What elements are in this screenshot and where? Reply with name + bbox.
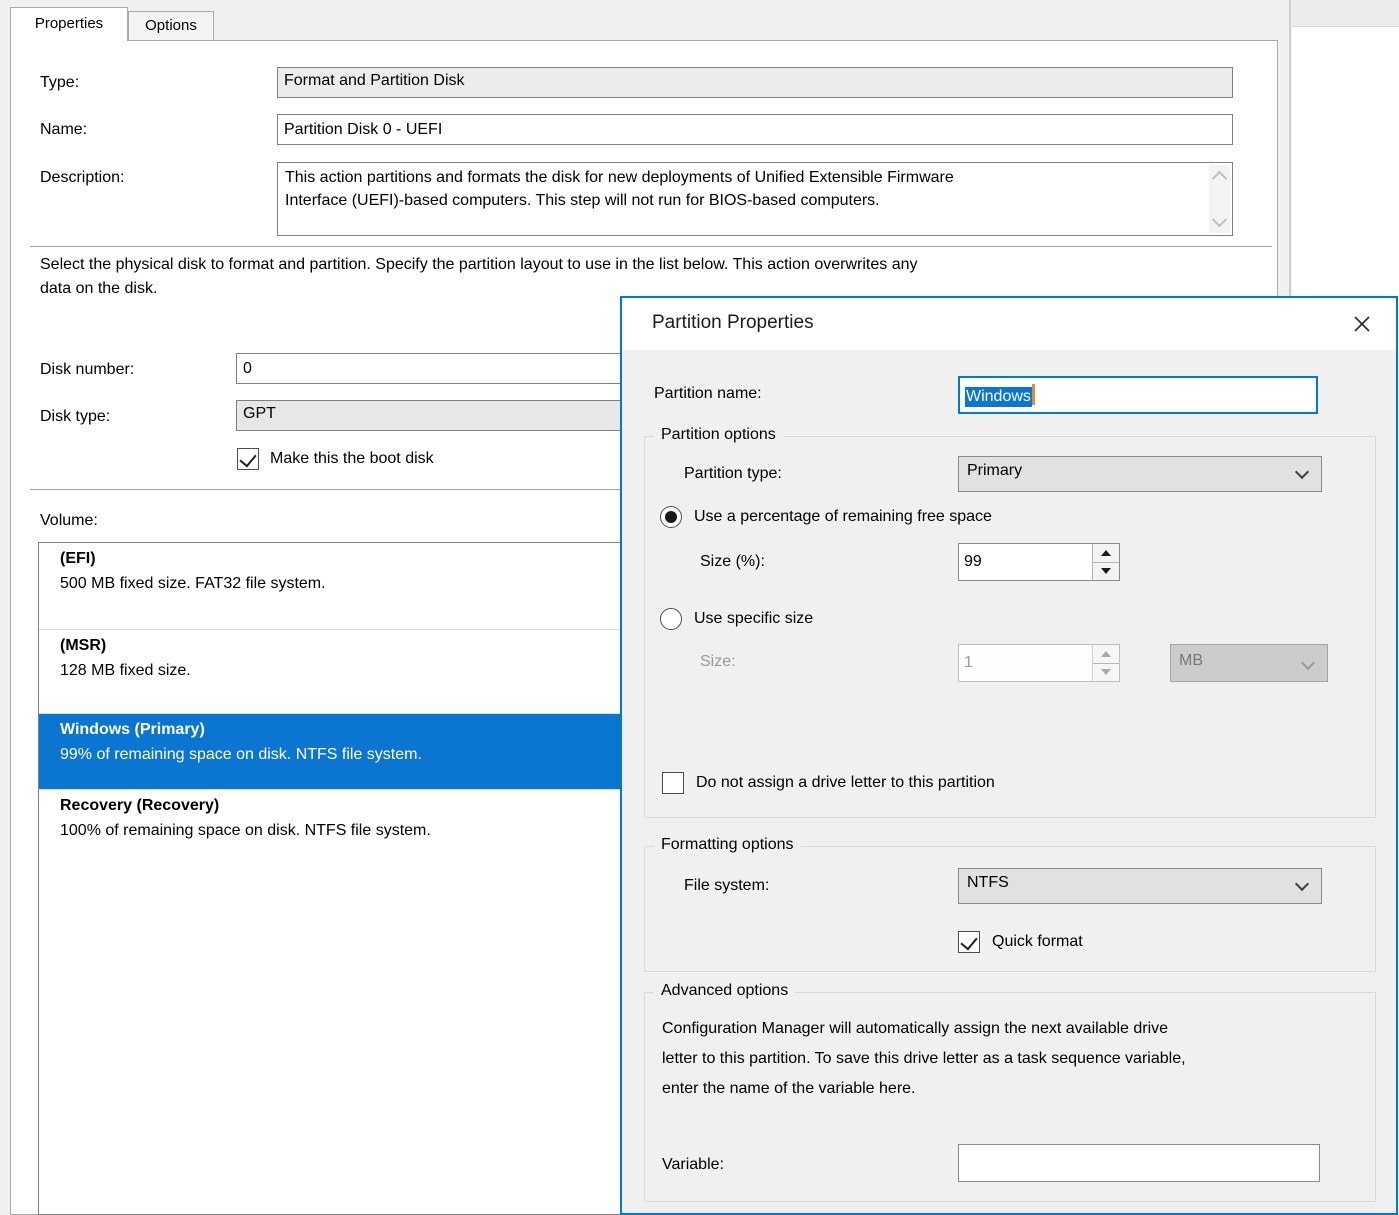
quick-format-label: Quick format [992,933,1083,951]
partition-properties-dialog: Partition Properties Partition name: Win… [620,296,1398,1215]
spinner-buttons [1092,544,1119,580]
volume-label: Volume: [40,512,98,530]
dialog-title: Partition Properties [652,312,814,334]
formatting-options-legend: Formatting options [654,836,801,854]
quick-format-checkbox[interactable] [958,931,980,953]
size-spinner [958,644,1120,682]
advanced-options-legend: Advanced options [654,982,795,1000]
chevron-down-icon [1295,465,1309,479]
separator [30,246,1272,249]
spin-down-icon [1093,663,1119,681]
description-box[interactable]: This action partitions and formats the d… [277,162,1233,236]
type-label: Type: [40,74,79,92]
boot-disk-checkbox-label: Make this the boot disk [270,450,434,468]
size-percent-spinner[interactable] [958,543,1120,581]
tab-options[interactable]: Options [128,11,214,41]
radio-use-specific-size[interactable] [660,608,682,630]
radio-use-percentage[interactable] [660,506,682,528]
size-percent-input[interactable] [959,544,1101,580]
partition-options-legend: Partition options [654,426,783,444]
partition-name-label: Partition name: [654,385,762,403]
name-label: Name: [40,121,87,139]
instruction-line2: data on the disk. [40,280,157,298]
scroll-down-icon[interactable] [1212,212,1228,228]
variable-input[interactable] [958,1144,1320,1182]
advanced-options-description: Configuration Manager will automatically… [662,1014,1362,1104]
partition-type-dropdown[interactable]: Primary [958,456,1322,492]
type-field: Format and Partition Disk [277,67,1233,98]
text-caret [1032,384,1035,405]
size-input [959,645,1101,681]
spinner-buttons [1092,645,1119,681]
formatting-options-group [644,846,1376,972]
partition-name-input[interactable]: Windows [958,376,1318,414]
background-window-strip [1292,0,1399,27]
file-system-dropdown[interactable]: NTFS [958,868,1322,904]
size-percent-label: Size (%): [700,553,765,571]
spin-down-icon[interactable] [1093,562,1119,580]
chevron-down-icon [1295,877,1309,891]
spin-up-icon[interactable] [1093,544,1119,563]
scroll-up-icon[interactable] [1212,171,1228,187]
disk-type-label: Disk type: [40,408,110,426]
spin-up-icon [1093,645,1119,664]
radio-use-specific-size-label: Use specific size [694,610,813,628]
disk-number-label: Disk number: [40,361,134,379]
variable-label: Variable: [662,1156,724,1174]
chevron-down-icon [1301,656,1315,670]
dialog-title-bar: Partition Properties [622,298,1396,350]
screen: Properties Options Type: Format and Part… [0,0,1399,1215]
close-icon[interactable] [1350,312,1374,336]
tab-properties[interactable]: Properties [10,7,128,41]
boot-disk-checkbox[interactable] [237,448,259,470]
file-system-label: File system: [684,877,769,895]
description-scrollbar[interactable] [1209,165,1230,233]
description-label: Description: [40,169,124,187]
size-label: Size: [700,653,736,671]
partition-type-label: Partition type: [684,465,782,483]
selected-text: Windows [965,387,1032,407]
no-drive-letter-checkbox[interactable] [662,772,684,794]
instruction-line1: Select the physical disk to format and p… [40,256,918,274]
name-input[interactable] [277,114,1233,145]
no-drive-letter-label: Do not assign a drive letter to this par… [696,774,995,792]
description-text: This action partitions and formats the d… [285,166,1204,212]
radio-use-percentage-label: Use a percentage of remaining free space [694,508,992,526]
size-unit-dropdown: MB [1170,644,1328,682]
